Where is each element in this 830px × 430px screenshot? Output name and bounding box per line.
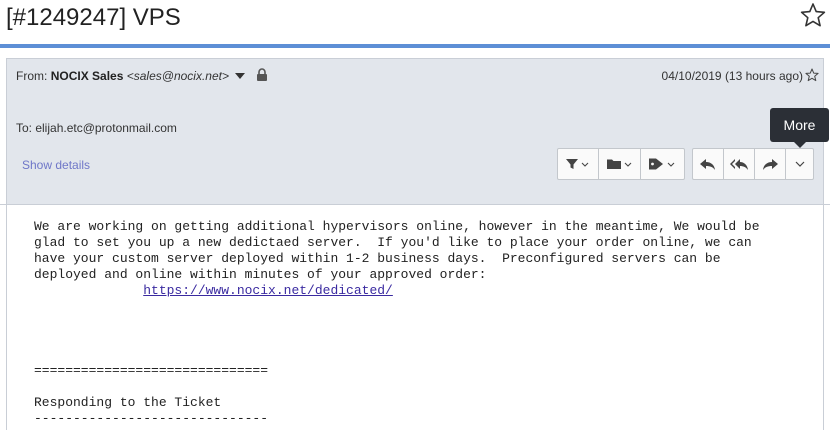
sender-name: NOCIX Sales <box>50 69 124 83</box>
forward-button[interactable] <box>755 149 786 179</box>
sender-line[interactable]: From: NOCIX Sales <sales@nocix.net> <box>16 69 229 83</box>
body-line: have your custom server deployed within … <box>34 251 721 266</box>
message-body: We are working on getting additional hyp… <box>0 204 830 430</box>
recipient-line: To: elijah.etc@protonmail.com <box>16 121 177 135</box>
message-header: From: NOCIX Sales <sales@nocix.net> 04/1… <box>6 58 824 204</box>
more-tooltip: More <box>770 108 829 142</box>
reply-all-button[interactable] <box>724 149 755 179</box>
sender-email: <sales@nocix.net> <box>126 69 229 83</box>
body-line: We are working on getting additional hyp… <box>34 219 760 234</box>
reply-button[interactable] <box>693 149 724 179</box>
show-details-link[interactable]: Show details <box>22 158 90 172</box>
label-toolbar <box>557 148 685 180</box>
filter-icon <box>566 159 589 169</box>
lock-icon[interactable] <box>256 68 268 82</box>
body-line: deployed and online within minutes of yo… <box>34 267 487 282</box>
label-button[interactable] <box>641 149 684 179</box>
action-toolbar <box>692 148 814 180</box>
link-line: https://www.nocix.net/dedicated/ <box>34 283 760 299</box>
message-subject: [#1249247] VPS <box>6 4 181 31</box>
subject-bar: [#1249247] VPS <box>0 0 830 44</box>
caret-down-icon[interactable] <box>235 73 245 79</box>
accent-divider <box>0 44 830 48</box>
forward-icon <box>763 159 778 170</box>
chevron-down-icon <box>795 161 804 167</box>
message-date: 04/10/2019 (13 hours ago) <box>661 69 803 83</box>
folder-icon <box>606 159 631 169</box>
section-title: Responding to the Ticket <box>34 395 222 410</box>
move-to-folder-button[interactable] <box>599 149 641 179</box>
filter-button[interactable] <box>558 149 599 179</box>
more-button[interactable] <box>786 149 813 179</box>
reply-icon <box>700 159 715 170</box>
from-label: From: <box>16 69 48 83</box>
tag-icon <box>648 158 674 170</box>
reply-all-icon <box>730 159 748 170</box>
message-content: We are working on getting additional hyp… <box>34 219 760 427</box>
link-indent <box>34 283 143 298</box>
dashes-line: ------------------------------ <box>34 411 269 426</box>
body-border-left <box>6 205 7 430</box>
star-icon[interactable] <box>805 68 819 82</box>
dedicated-server-link[interactable]: https://www.nocix.net/dedicated/ <box>143 283 393 298</box>
body-line: glad to set you up a new dedictaed serve… <box>34 235 752 250</box>
body-border-right <box>823 205 824 430</box>
star-icon[interactable] <box>800 2 826 28</box>
separator-line: ============================== <box>34 363 269 378</box>
